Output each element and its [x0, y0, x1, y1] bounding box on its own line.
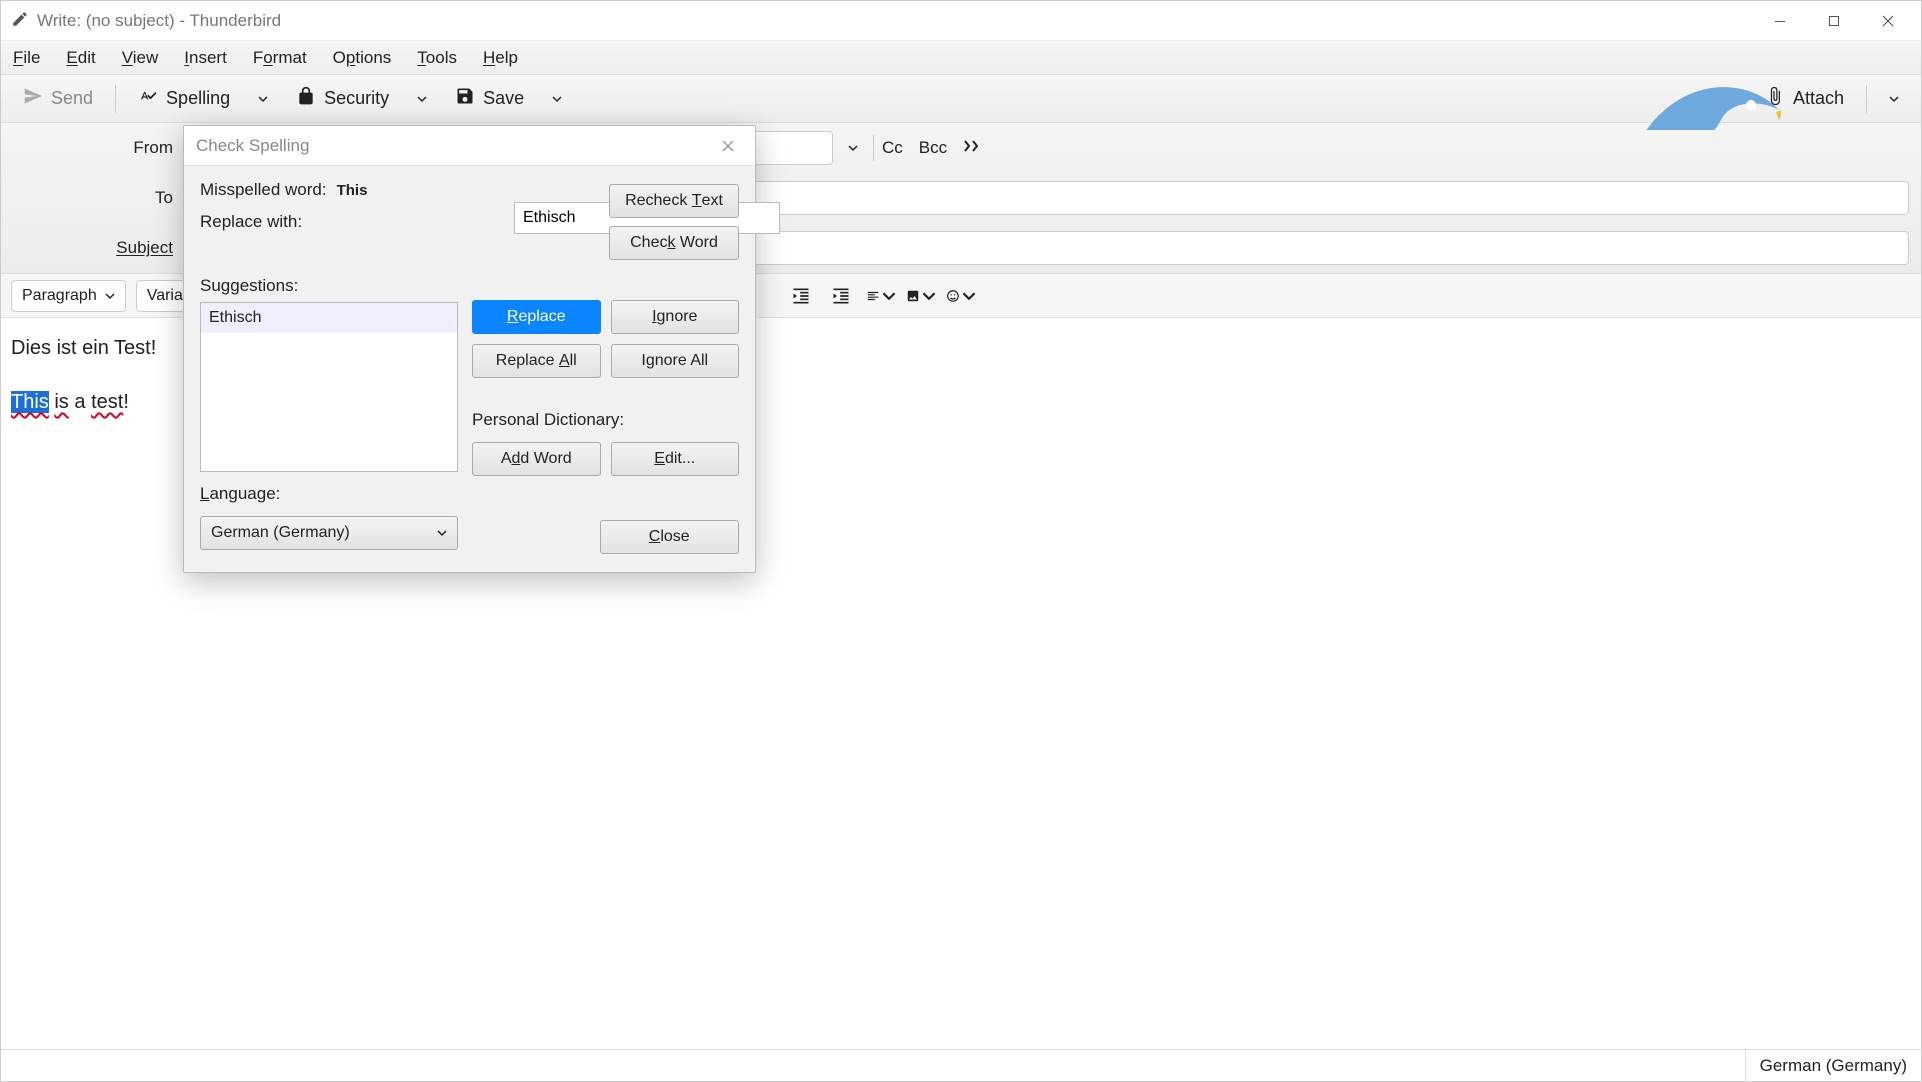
save-icon: [455, 86, 475, 111]
insert-image-dropdown[interactable]: [906, 281, 936, 311]
check-word-button[interactable]: Check Word: [609, 226, 739, 260]
save-button[interactable]: Save: [445, 80, 534, 117]
security-label: Security: [324, 88, 389, 109]
security-button[interactable]: Security: [286, 80, 399, 117]
dialog-titlebar: Check Spelling: [184, 126, 755, 166]
recheck-text-button[interactable]: Recheck Text: [609, 184, 739, 218]
edit-dictionary-button[interactable]: Edit...: [611, 442, 740, 476]
send-button[interactable]: Send: [13, 80, 103, 117]
minimize-button[interactable]: [1757, 6, 1803, 36]
menu-file[interactable]: File: [11, 44, 42, 72]
window-title: Write: (no subject) - Thunderbird: [37, 11, 281, 31]
close-dialog-button[interactable]: Close: [600, 520, 740, 554]
thunderbird-logo: [1621, 70, 1781, 130]
dialog-right-column: Recheck Text Check Word Replace Ignore R…: [472, 180, 739, 554]
more-recipients-button[interactable]: [963, 138, 983, 158]
separator: [115, 85, 116, 113]
add-word-button[interactable]: Add Word: [472, 442, 601, 476]
toolbar: Send Spelling Security Save Attach: [1, 75, 1921, 123]
send-label: Send: [51, 88, 93, 109]
ignore-button[interactable]: Ignore: [611, 300, 740, 334]
compose-window: Write: (no subject) - Thunderbird File E…: [0, 0, 1922, 1082]
menu-view[interactable]: View: [120, 44, 161, 72]
ignore-all-button[interactable]: Ignore All: [611, 344, 740, 378]
paragraph-style-label: Paragraph: [22, 287, 97, 305]
to-label: To: [13, 188, 173, 208]
attach-label: Attach: [1793, 88, 1844, 109]
pencil-icon: [11, 10, 29, 32]
menu-insert[interactable]: Insert: [182, 44, 229, 72]
replace-button[interactable]: Replace: [472, 300, 601, 334]
language-label: Language:: [200, 484, 458, 504]
statusbar-language-label: German (Germany): [1760, 1056, 1907, 1076]
spellcheck-dialog: Check Spelling Misspelled word: This Rep…: [183, 125, 756, 573]
save-label: Save: [483, 88, 524, 109]
statusbar-language[interactable]: German (Germany): [1745, 1050, 1907, 1081]
cc-button[interactable]: Cc: [882, 138, 903, 158]
separator: [873, 135, 874, 161]
statusbar: German (Germany): [1, 1049, 1921, 1081]
spellcheck-icon: [138, 86, 158, 111]
menu-tools[interactable]: Tools: [415, 44, 459, 72]
menu-help[interactable]: Help: [481, 44, 520, 72]
spelling-button[interactable]: Spelling: [128, 80, 240, 117]
paragraph-style-select[interactable]: Paragraph: [11, 280, 126, 312]
lock-icon: [296, 86, 316, 111]
misspelled-label: Misspelled word:: [200, 180, 327, 200]
align-dropdown[interactable]: [866, 281, 896, 311]
menu-edit[interactable]: Edit: [64, 44, 97, 72]
language-select[interactable]: German (Germany): [200, 516, 458, 550]
outdent-button[interactable]: [786, 281, 816, 311]
dialog-left-column: Misspelled word: This Replace with: Sugg…: [200, 180, 458, 554]
bcc-button[interactable]: Bcc: [919, 138, 947, 158]
separator: [1866, 85, 1867, 113]
suggestions-list[interactable]: Ethisch: [200, 302, 458, 472]
security-dropdown[interactable]: [407, 88, 437, 110]
titlebar: Write: (no subject) - Thunderbird: [1, 1, 1921, 41]
spelling-dropdown[interactable]: [248, 88, 278, 110]
maximize-button[interactable]: [1811, 6, 1857, 36]
suggestion-option[interactable]: Ethisch: [201, 303, 457, 333]
selected-word: This: [11, 391, 49, 413]
send-icon: [23, 86, 43, 111]
dialog-close-button[interactable]: [713, 131, 743, 161]
replace-with-label: Replace with:: [200, 212, 458, 232]
subject-label: Subject: [13, 238, 173, 258]
save-dropdown[interactable]: [542, 88, 572, 110]
suggestions-label: Suggestions:: [200, 276, 458, 296]
misspelled-word: This: [337, 182, 368, 199]
personal-dictionary-label: Personal Dictionary:: [472, 410, 739, 430]
dialog-title: Check Spelling: [196, 136, 309, 156]
menu-options[interactable]: Options: [331, 44, 394, 72]
indent-button[interactable]: [826, 281, 856, 311]
menu-format[interactable]: Format: [251, 44, 309, 72]
from-dropdown[interactable]: [841, 136, 865, 160]
from-label: From: [13, 138, 173, 158]
spelling-label: Spelling: [166, 88, 230, 109]
emoji-dropdown[interactable]: [946, 281, 976, 311]
attach-dropdown[interactable]: [1879, 88, 1909, 110]
replace-all-button[interactable]: Replace All: [472, 344, 601, 378]
close-button[interactable]: [1865, 6, 1911, 36]
language-value: German (Germany): [211, 524, 350, 542]
